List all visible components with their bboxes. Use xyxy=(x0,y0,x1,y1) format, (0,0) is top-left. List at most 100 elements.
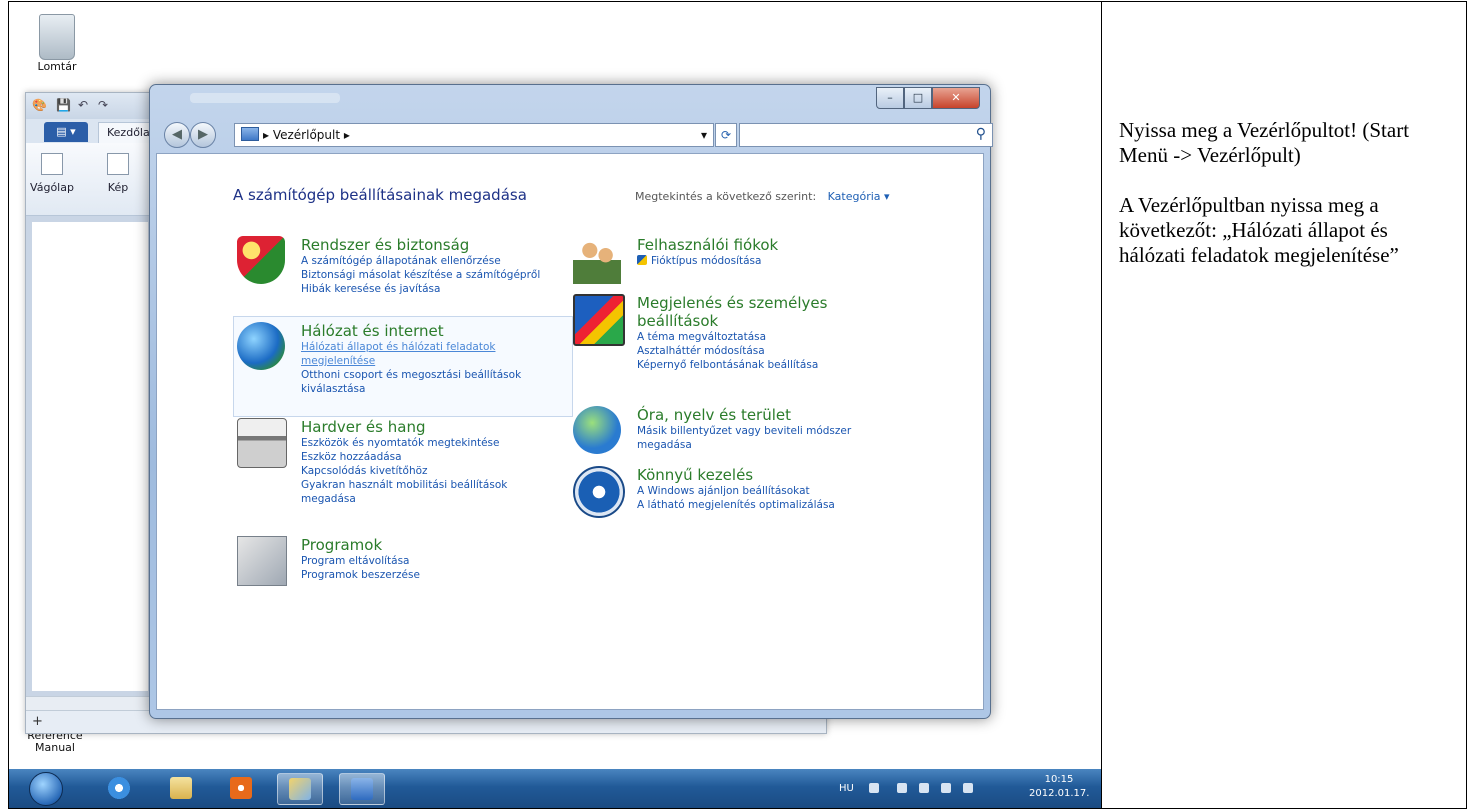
programs-icon[interactable] xyxy=(237,536,287,586)
internet-explorer-icon xyxy=(108,777,130,799)
view-by-label: Megtekintés a következő szerint: xyxy=(635,190,817,203)
category-link[interactable]: Program eltávolítása xyxy=(301,554,561,568)
page-title: A számítógép beállításainak megadása xyxy=(233,186,527,204)
category-link-text: Fióktípus módosítása xyxy=(651,255,762,267)
control-panel-content: A számítógép beállításainak megadása Meg… xyxy=(156,153,984,710)
category-link[interactable]: Képernyő felbontásának beállítása xyxy=(637,358,847,372)
battery-icon[interactable] xyxy=(919,783,929,793)
category-link[interactable]: A számítógép állapotának ellenőrzése xyxy=(301,254,561,268)
redo-icon[interactable]: ↷ xyxy=(98,98,108,112)
search-input[interactable]: ⚲ xyxy=(739,123,993,147)
category-title[interactable]: Felhasználói fiókok xyxy=(637,236,897,254)
taskbar: HU 10:15 2012.01.17. xyxy=(9,769,1101,808)
category-title[interactable]: Programok xyxy=(301,536,561,554)
globe-network-icon[interactable] xyxy=(237,322,285,370)
taskbar-control-panel[interactable] xyxy=(339,773,385,805)
category-link[interactable]: Másik billentyűzet vagy beviteli módszer… xyxy=(637,424,877,452)
taskbar-explorer[interactable] xyxy=(159,773,203,803)
category-title[interactable]: Megjelenés és személyes beállítások xyxy=(637,294,847,330)
category-link[interactable]: Otthoni csoport és megosztási beállításo… xyxy=(301,368,541,396)
view-by-dropdown[interactable]: Kategória ▾ xyxy=(828,190,890,203)
control-panel-icon xyxy=(351,778,373,800)
taskbar-paint[interactable] xyxy=(277,773,323,805)
clipboard-group[interactable]: Vágólap xyxy=(30,149,74,194)
media-player-icon xyxy=(230,777,252,799)
view-by-value: Kategória xyxy=(827,190,881,203)
recycle-bin-icon xyxy=(39,14,75,60)
folder-icon xyxy=(170,777,192,799)
category-link[interactable]: Biztonsági másolat készítése a számítógé… xyxy=(301,268,561,282)
maximize-button[interactable]: □ xyxy=(904,87,932,109)
language-indicator[interactable]: HU xyxy=(839,783,854,794)
cursor-position-icon: + xyxy=(32,714,43,729)
category-link[interactable]: Eszköz hozzáadása xyxy=(301,450,551,464)
display-icon[interactable] xyxy=(573,294,625,346)
category-link[interactable]: Hibák keresése és javítása xyxy=(301,282,561,296)
category-link[interactable]: Fióktípus módosítása xyxy=(637,254,897,268)
file-menu-button[interactable]: ▤ ▾ xyxy=(44,122,88,142)
network-status-link[interactable]: Hálózati állapot és hálózati feladatok m… xyxy=(301,340,541,368)
category-title[interactable]: Rendszer és biztonság xyxy=(301,236,561,254)
undo-icon[interactable]: ↶ xyxy=(78,98,88,112)
category-link[interactable]: Asztalháttér módosítása xyxy=(637,344,847,358)
category-title[interactable]: Könnyű kezelés xyxy=(637,466,897,484)
window-title-bar xyxy=(190,93,340,103)
clock-date: 2012.01.17. xyxy=(1029,788,1090,799)
close-button[interactable]: ✕ xyxy=(932,87,980,109)
shield-icon[interactable] xyxy=(237,236,285,284)
category-title[interactable]: Hardver és hang xyxy=(301,418,551,436)
back-button[interactable]: ◀ xyxy=(164,122,190,148)
refresh-button[interactable]: ⟳ xyxy=(715,123,737,147)
instruction-paragraph-1: Nyissa meg a Vezérlőpultot! (Start Menü … xyxy=(1119,118,1410,167)
paint-icon xyxy=(289,778,311,800)
taskbar-internet-explorer[interactable] xyxy=(97,773,141,803)
uac-shield-icon xyxy=(637,255,647,265)
category-link[interactable]: Eszközök és nyomtatók megtekintése xyxy=(301,436,551,450)
clock-time: 10:15 xyxy=(1044,774,1074,785)
instruction-paragraph-2: A Vezérlőpultban nyissa meg a következőt… xyxy=(1119,193,1399,267)
breadcrumb-control-panel[interactable]: Vezérlőpult xyxy=(273,128,340,142)
action-center-flag-icon[interactable] xyxy=(897,783,907,793)
category-link[interactable]: A téma megváltoztatása xyxy=(637,330,847,344)
address-bar[interactable]: ▸ Vezérlőpult ▸ ▾ xyxy=(234,123,714,147)
control-panel-window: – □ ✕ ◀ ▶ ▸ Vezérlőpult ▸ ▾ ⟳ ⚲ A számít… xyxy=(149,84,993,719)
volume-icon[interactable] xyxy=(963,783,973,793)
category-link[interactable]: Programok beszerzése xyxy=(301,568,561,582)
navigation-bar: ◀ ▶ ▸ Vezérlőpult ▸ ▾ ⟳ ⚲ xyxy=(156,119,993,151)
select-icon xyxy=(107,153,129,175)
view-by: Megtekintés a következő szerint: Kategór… xyxy=(635,190,890,203)
clipboard-label: Vágólap xyxy=(30,181,74,194)
forward-button[interactable]: ▶ xyxy=(190,122,216,148)
clipboard-icon xyxy=(41,153,63,175)
table-divider xyxy=(1101,1,1102,809)
recycle-bin-label: Lomtár xyxy=(37,60,77,73)
image-group[interactable]: Kép xyxy=(96,149,140,194)
category-link[interactable]: Gyakran használt mobilitási beállítások … xyxy=(301,478,551,506)
address-dropdown-icon[interactable]: ▾ xyxy=(701,124,707,146)
taskbar-media-player[interactable] xyxy=(219,773,263,803)
instructions-text: Nyissa meg a Vezérlőpultot! (Start Menü … xyxy=(1119,118,1457,293)
category-title[interactable]: Hálózat és internet xyxy=(301,322,541,340)
category-link[interactable]: A Windows ajánljon beállításokat xyxy=(637,484,897,498)
category-link[interactable]: Kapcsolódás kivetítőhöz xyxy=(301,464,551,478)
start-button[interactable] xyxy=(29,772,63,806)
category-title[interactable]: Óra, nyelv és terület xyxy=(637,406,877,424)
clock[interactable]: 10:15 2012.01.17. xyxy=(1029,773,1089,801)
minimize-button[interactable]: – xyxy=(876,87,904,109)
screenshot-area: Lomtár Reference Manual 🎨 💾 ↶ ↷ ▤ ▾ Kezd… xyxy=(9,2,1101,808)
recycle-bin-shortcut[interactable]: Lomtár xyxy=(27,14,87,73)
window-controls: – □ ✕ xyxy=(876,87,980,109)
system-tray: HU 10:15 2012.01.17. xyxy=(839,769,1089,808)
ease-of-access-icon[interactable] xyxy=(573,466,625,518)
clock-globe-icon[interactable] xyxy=(573,406,621,454)
users-icon[interactable] xyxy=(573,236,621,284)
search-icon[interactable]: ⚲ xyxy=(976,126,986,142)
printer-icon[interactable] xyxy=(237,418,287,468)
category-link[interactable]: A látható megjelenítés optimalizálása xyxy=(637,498,897,512)
control-panel-icon xyxy=(241,127,259,141)
save-icon[interactable]: 💾 xyxy=(56,98,71,112)
show-hidden-icons-icon[interactable] xyxy=(869,783,879,793)
image-label: Kép xyxy=(107,181,129,194)
canvas[interactable] xyxy=(32,222,148,691)
network-icon[interactable] xyxy=(941,783,951,793)
